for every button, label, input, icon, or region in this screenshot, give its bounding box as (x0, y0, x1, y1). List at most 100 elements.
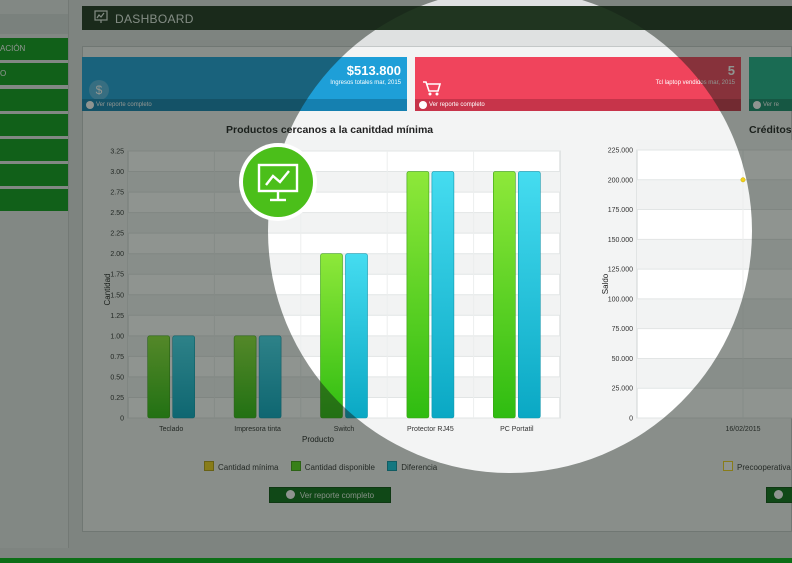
x-axis-label: Producto (302, 435, 335, 444)
sidebar-item-1[interactable]: ACIÓN (0, 38, 68, 60)
cart-icon (423, 81, 442, 96)
presentation-badge (239, 143, 317, 221)
card-footer-link[interactable]: Ver re (749, 99, 792, 111)
arrow-right-icon (86, 101, 94, 109)
sidebar-item-4[interactable] (0, 114, 68, 136)
products-bar-chart: 0 0.25 0.50 0.75 1.00 1.25 1.50 1.75 2.00 2.25 2.5… (103, 140, 561, 444)
y-tick-label: 100.000 (608, 296, 633, 303)
bar-diferencia (431, 171, 455, 419)
sidebar-item-5[interactable] (0, 139, 68, 161)
y-tick-label: 2.00 (110, 251, 124, 258)
grid-band (637, 298, 792, 329)
chart-title: Créditos (749, 124, 792, 136)
y-tick-label: 25.000 (612, 386, 634, 393)
arrow-right-icon (774, 490, 783, 499)
sidebar-item-6[interactable] (0, 164, 68, 186)
footer-bar (0, 558, 792, 563)
arrow-right-icon (285, 490, 295, 499)
badge-circle (243, 147, 313, 217)
y-tick-label: 2.75 (110, 190, 124, 197)
y-tick-label: 150.000 (608, 237, 633, 244)
y-tick-label: 0 (120, 416, 124, 423)
y-tick-label: 1.50 (110, 292, 124, 299)
view-report-button[interactable] (766, 487, 792, 503)
grid-band (637, 239, 792, 270)
bar-cantidad-disponible (406, 171, 430, 419)
stat-card-laptops: 5 Tcl laptop vendidos mar, 2015 Ver repo… (415, 57, 741, 111)
card-footer-link[interactable]: Ver reporte completo (415, 99, 741, 111)
y-tick-label: 0 (629, 416, 633, 423)
stat-card-3: Ver re (749, 57, 792, 111)
sidebar-item-2[interactable]: O (0, 63, 68, 85)
legend-label: Precooperativa C (737, 463, 792, 472)
chart-legend: Cantidad mínima Cantidad disponible Dife… (204, 461, 447, 472)
bar-diferencia (517, 171, 541, 419)
y-tick-label: 1.00 (110, 333, 124, 340)
stat-subtitle: Tcl laptop vendidos mar, 2015 (655, 80, 735, 86)
y-tick-label: 200.000 (608, 177, 633, 184)
stat-value: 5 (727, 63, 735, 78)
chart-title: Productos cercanos a la canitdad mínima (226, 124, 434, 136)
x-tick-label: Protector RJ45 (407, 426, 454, 433)
sidebar-top-item[interactable] (0, 14, 68, 34)
card-link-label: Ver reporte completo (96, 102, 152, 108)
presentation-chart-icon (257, 163, 299, 202)
grid-band (637, 358, 792, 389)
sidebar: ACIÓN O (0, 0, 69, 548)
x-tick-label: Teclado (159, 426, 183, 433)
legend-label: Diferencia (401, 463, 438, 472)
y-tick-label: 2.25 (110, 231, 124, 238)
y-tick-label: 0.25 (110, 395, 124, 402)
legend-label: Cantidad mínima (218, 463, 279, 472)
stat-subtitle: Ingresos totales mar, 2015 (330, 80, 401, 86)
y-tick-label: 0.75 (110, 354, 124, 361)
bar-cantidad-disponible (233, 335, 257, 419)
bar-diferencia (258, 335, 282, 419)
y-axis-label: Cantidad (103, 273, 112, 305)
bar-cantidad-disponible (320, 253, 343, 419)
card-footer-link[interactable]: Ver reporte completo (82, 99, 407, 111)
grid-band (128, 140, 560, 151)
y-tick-label: 1.25 (110, 313, 124, 320)
legend-swatch (723, 461, 733, 471)
sidebar-item-label: ACIÓN (0, 44, 26, 53)
stat-card-revenue: $513.800 Ingresos totales mar, 2015 $ Ve… (82, 57, 407, 111)
x-tick-label: Impresora tinta (234, 426, 281, 433)
arrow-right-icon (419, 101, 427, 109)
dollar-icon: $ (89, 80, 109, 100)
page-title: DASHBOARD (115, 12, 194, 26)
dashboard-icon (94, 10, 108, 23)
bar-diferencia (345, 253, 368, 419)
x-tick-label: 16/02/2015 (725, 426, 760, 433)
x-tick-label: PC Portatil (500, 426, 534, 433)
y-tick-label: 225.000 (608, 148, 633, 155)
x-tick-label: Switch (334, 426, 355, 433)
scatter-point (740, 177, 746, 183)
grid-band (637, 140, 792, 150)
sidebar-item-7[interactable] (0, 189, 68, 211)
view-report-button[interactable]: Ver reporte completo (269, 487, 391, 503)
stat-value: $513.800 (346, 63, 401, 78)
y-tick-label: 3.25 (110, 149, 124, 156)
y-tick-label: 75.000 (612, 326, 634, 333)
card-link-label: Ver reporte completo (429, 102, 485, 108)
bar-cantidad-disponible (492, 171, 516, 419)
y-tick-label: 0.50 (110, 374, 124, 381)
y-tick-label: 50.000 (612, 356, 634, 363)
arrow-right-icon (753, 101, 761, 109)
legend-label: Cantidad disponible (304, 463, 375, 472)
y-tick-label: 175.000 (608, 207, 633, 214)
grid-band (637, 179, 792, 210)
sidebar-item-3[interactable] (0, 89, 68, 111)
y-tick-label: 125.000 (608, 267, 633, 274)
bar-cantidad-disponible (147, 335, 171, 419)
dashboard-header: DASHBOARD (82, 6, 792, 30)
y-tick-label: 2.50 (110, 210, 124, 217)
legend-swatch (387, 461, 398, 471)
y-tick-label: 1.75 (110, 272, 124, 279)
y-axis-label: Saldo (601, 273, 610, 294)
credits-scatter-chart: 0 25.000 50.000 75.000 100.000 125.000 150.000… (601, 140, 792, 433)
legend-swatch (290, 461, 301, 471)
chart-legend: Precooperativa C (723, 461, 792, 472)
legend-swatch (204, 461, 214, 471)
